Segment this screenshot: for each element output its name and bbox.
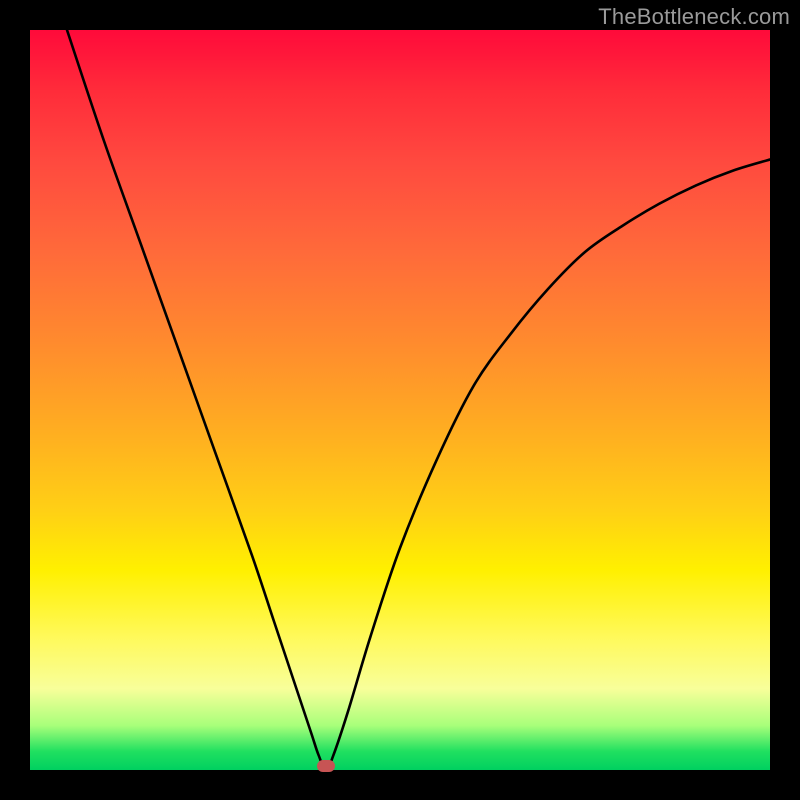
bottleneck-curve (30, 30, 770, 770)
plot-area (30, 30, 770, 770)
chart-frame: TheBottleneck.com (0, 0, 800, 800)
bottleneck-minimum-marker (317, 760, 335, 772)
watermark-text: TheBottleneck.com (598, 4, 790, 30)
